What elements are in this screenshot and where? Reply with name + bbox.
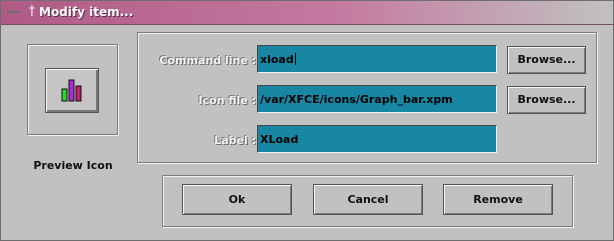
text-cursor — [294, 53, 296, 65]
cancel-button[interactable]: Cancel — [313, 184, 423, 215]
modify-item-dialog: † Modify item... Preview Icon Command li… — [0, 0, 614, 241]
preview-icon-label: Preview Icon — [33, 159, 113, 172]
remove-button[interactable]: Remove — [443, 184, 553, 215]
icon-file-value: /var/XFCE/icons/Graph_bar.xpm — [260, 93, 453, 106]
browse-command-button[interactable]: Browse... — [507, 46, 586, 74]
icon-file-input[interactable]: /var/XFCE/icons/Graph_bar.xpm — [257, 85, 497, 113]
browse-icon-button[interactable]: Browse... — [507, 86, 586, 114]
command-line-value: xload — [260, 53, 294, 66]
title-bar[interactable]: † Modify item... — [1, 1, 613, 25]
label-field-label: Label : — [214, 134, 256, 147]
label-value: XLoad — [260, 133, 299, 146]
graph-bar-icon — [61, 79, 82, 102]
command-line-label: Command line : — [159, 54, 256, 67]
ok-button[interactable]: Ok — [182, 184, 292, 215]
icon-file-label: Icon file : — [198, 94, 256, 107]
label-input[interactable]: XLoad — [257, 125, 497, 153]
command-line-input[interactable]: xload — [257, 45, 497, 73]
window-title: Modify item... — [39, 5, 134, 19]
window-menu-icon[interactable] — [7, 7, 20, 17]
pin-icon[interactable]: † — [28, 5, 36, 19]
preview-icon-button[interactable] — [45, 68, 99, 113]
